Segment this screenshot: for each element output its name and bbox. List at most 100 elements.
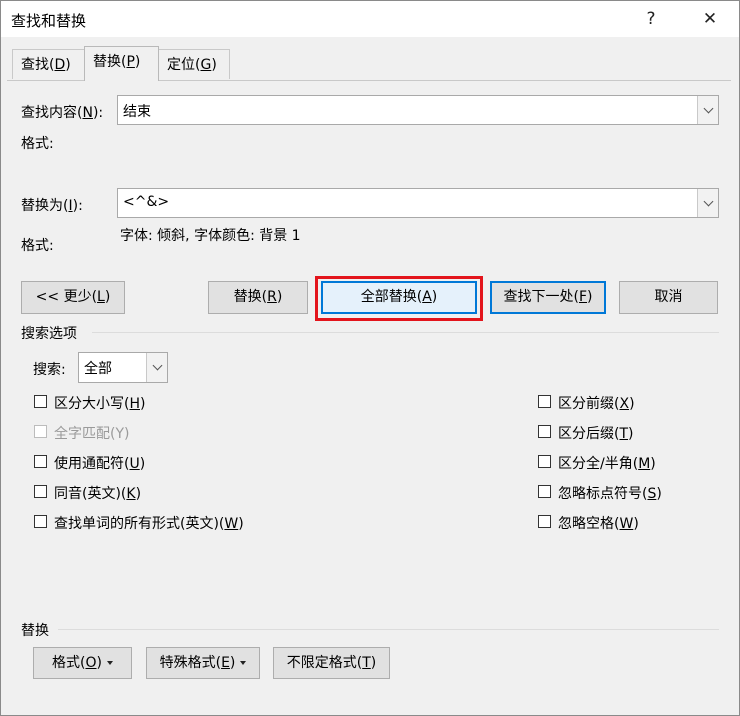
sounds-like-checkbox[interactable] [34, 485, 47, 498]
sounds-like-text: 同音(英文)( [54, 486, 127, 502]
less-button-label: << 更少( [35, 289, 98, 305]
match-suffix-checkbox[interactable] [538, 425, 551, 438]
wildcards-text: 使用通配符( [54, 456, 130, 472]
wildcards-label[interactable]: 使用通配符(U) [54, 453, 145, 473]
ignore-punctuation-checkbox[interactable] [538, 485, 551, 498]
format-button[interactable]: 格式(O) [33, 647, 132, 679]
replace-dropdown-button[interactable] [697, 189, 718, 217]
sounds-like-label[interactable]: 同音(英文)(K) [54, 483, 141, 503]
match-prefix-key: X [619, 396, 630, 412]
ignore-punctuation-text: 忽略标点符号( [558, 486, 648, 502]
replace-format-value: 字体: 倾斜, 字体颜色: 背景 1 [120, 228, 301, 244]
match-prefix-label[interactable]: 区分前缀(X) [558, 393, 635, 413]
replace-all-button-key: A [422, 289, 432, 305]
replace-button-label: 替换( [233, 289, 268, 305]
find-format-label: 格式: [21, 136, 54, 152]
match-suffix-text: 区分后缀( [558, 426, 620, 442]
ignore-spaces-checkbox[interactable] [538, 515, 551, 528]
all-word-forms-text-end: ) [238, 516, 244, 532]
match-width-label[interactable]: 区分全/半角(M) [558, 453, 656, 473]
sounds-like-text-end: ) [135, 486, 142, 502]
match-case-label[interactable]: 区分大小写(H) [54, 393, 145, 413]
find-dropdown-button[interactable] [697, 96, 718, 124]
search-direction-dropdown[interactable] [146, 353, 167, 382]
cancel-button[interactable]: 取消 [619, 281, 718, 314]
tab-goto[interactable]: 定位(G) [158, 49, 230, 79]
chevron-down-icon [703, 196, 713, 206]
match-width-text: 区分全/半角( [558, 456, 639, 472]
replace-button-label-end: ) [276, 289, 283, 305]
match-suffix-label[interactable]: 区分后缀(T) [558, 423, 634, 443]
tab-find[interactable]: 查找(D) [12, 49, 85, 79]
tab-goto-label-end: ) [211, 57, 217, 73]
less-button-key: L [97, 289, 105, 305]
search-direction-label: 搜索: [33, 362, 66, 378]
ignore-spaces-label[interactable]: 忽略空格(W) [558, 513, 639, 533]
match-suffix-key: T [619, 426, 629, 442]
tab-find-label: 查找( [21, 57, 55, 73]
match-case-checkbox[interactable] [34, 395, 47, 408]
replace-button[interactable]: 替换(R) [208, 281, 308, 314]
ignore-punctuation-text-end: ) [656, 486, 662, 502]
find-next-button-key: F [578, 289, 588, 305]
find-input[interactable]: 结束 [117, 95, 719, 125]
replace-section-divider [58, 629, 719, 630]
help-icon[interactable]: ? [637, 7, 665, 31]
match-width-key: M [638, 456, 651, 472]
tab-goto-label: 定位( [167, 57, 201, 73]
replace-input[interactable]: <^&> [117, 188, 719, 218]
replace-input-value: <^&> [123, 194, 170, 210]
match-case-text: 区分大小写( [54, 396, 130, 412]
find-label-end: ): [92, 105, 104, 121]
match-prefix-checkbox[interactable] [538, 395, 551, 408]
tab-replace[interactable]: 替换(P) [84, 46, 159, 81]
tab-replace-label-end: ) [134, 54, 141, 70]
tab-replace-label: 替换( [93, 54, 127, 70]
replace-all-button-label: 全部替换( [360, 289, 423, 305]
replace-label-end: ): [72, 198, 83, 214]
search-direction-select[interactable]: 全部 [78, 352, 168, 383]
less-button[interactable]: << 更少(L) [21, 281, 125, 314]
whole-word-checkbox [34, 425, 47, 438]
find-next-button-label: 查找下一处( [503, 289, 579, 305]
no-formatting-button-label-end: ) [370, 655, 377, 671]
replace-button-key: R [267, 289, 277, 305]
format-button-key: O [85, 655, 97, 671]
ignore-spaces-text: 忽略空格( [558, 516, 620, 532]
all-word-forms-checkbox[interactable] [34, 515, 47, 528]
sounds-like-key: K [126, 486, 136, 502]
match-suffix-text-end: ) [628, 426, 634, 442]
whole-word-label: 全字匹配(Y) [54, 423, 130, 443]
dropdown-arrow-icon [240, 661, 247, 665]
search-options-heading: 搜索选项 [21, 326, 77, 342]
replace-label-text: 替换为( [21, 198, 69, 214]
match-width-checkbox[interactable] [538, 455, 551, 468]
wildcards-checkbox[interactable] [34, 455, 47, 468]
special-button[interactable]: 特殊格式(E) [146, 647, 260, 679]
match-width-text-end: ) [650, 456, 656, 472]
dialog-title: 查找和替换 [11, 12, 87, 30]
replace-format-label: 格式: [21, 238, 54, 254]
find-input-value: 结束 [123, 104, 151, 120]
find-next-button-label-end: ) [587, 289, 593, 305]
ignore-spaces-key: W [619, 516, 634, 532]
special-button-key: E [221, 655, 230, 671]
wildcards-key: U [129, 456, 140, 472]
search-direction-value: 全部 [84, 361, 112, 377]
ignore-punctuation-label[interactable]: 忽略标点符号(S) [558, 483, 662, 503]
no-formatting-button[interactable]: 不限定格式(T) [273, 647, 390, 679]
format-button-label-end: ) [96, 655, 102, 671]
close-icon[interactable]: ✕ [696, 7, 724, 31]
ignore-spaces-text-end: ) [633, 516, 639, 532]
less-button-label-end: ) [104, 289, 111, 305]
find-label: 查找内容(N): [21, 102, 103, 122]
find-next-button[interactable]: 查找下一处(F) [490, 281, 606, 314]
wildcards-text-end: ) [139, 456, 146, 472]
match-prefix-text: 区分前缀( [558, 396, 620, 412]
all-word-forms-key: W [224, 516, 239, 532]
title-bar: 查找和替换 ? ✕ [1, 1, 739, 37]
whole-word-text-end: ) [124, 426, 130, 442]
replace-all-button[interactable]: 全部替换(A) [321, 281, 477, 314]
format-button-label: 格式( [52, 655, 86, 671]
all-word-forms-label[interactable]: 查找单词的所有形式(英文)(W) [54, 513, 244, 533]
